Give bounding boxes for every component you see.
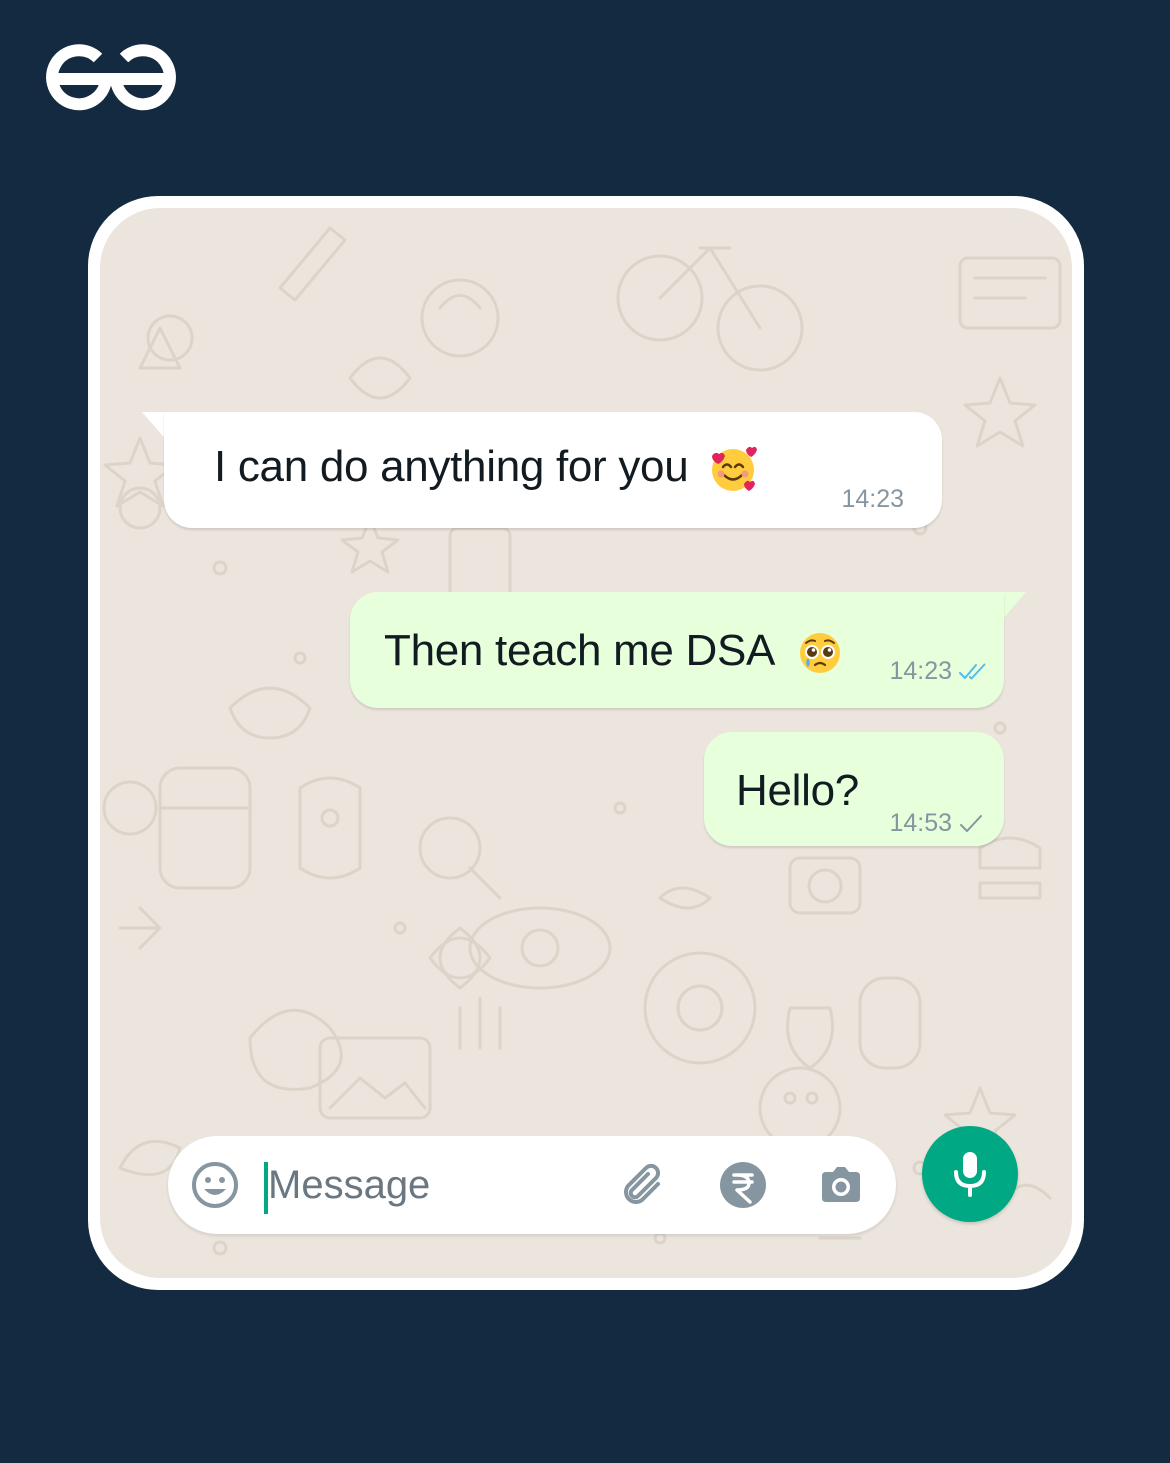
attach-icon[interactable]: [618, 1160, 668, 1210]
rupee-payment-icon[interactable]: [718, 1160, 768, 1210]
geeksforgeeks-logo-icon: [46, 44, 176, 111]
outgoing-message-bubble[interactable]: Hello? 14:53: [704, 732, 1004, 846]
message-time: 14:53: [889, 809, 952, 837]
message-time: 14:23: [841, 485, 904, 513]
camera-icon[interactable]: [816, 1160, 866, 1210]
outgoing-bubble-tail: [1002, 592, 1026, 620]
message-text: Hello?: [736, 766, 859, 815]
double-check-icon: [959, 663, 986, 679]
message-time: 14:23: [889, 657, 952, 685]
message-input[interactable]: Message: [268, 1163, 430, 1208]
chat-area: I can do anything for you 14:23 Then tea: [100, 208, 1072, 1278]
smiling-face-with-hearts-emoji-icon: [712, 447, 758, 492]
message-text: I can do anything for you: [214, 442, 689, 491]
voice-record-button[interactable]: [922, 1126, 1018, 1222]
outgoing-message-bubble[interactable]: Then teach me DSA 14:23: [350, 592, 1004, 708]
emoji-icon[interactable]: [190, 1160, 240, 1210]
chat-card: I can do anything for you 14:23 Then tea: [88, 196, 1084, 1290]
single-check-icon: [960, 814, 982, 832]
microphone-icon: [954, 1152, 986, 1197]
message-composer[interactable]: Message: [168, 1136, 896, 1234]
message-text: Then teach me DSA: [384, 626, 773, 675]
pleading-face-emoji-icon: [799, 633, 840, 674]
incoming-message-bubble[interactable]: I can do anything for you 14:23: [164, 412, 942, 528]
